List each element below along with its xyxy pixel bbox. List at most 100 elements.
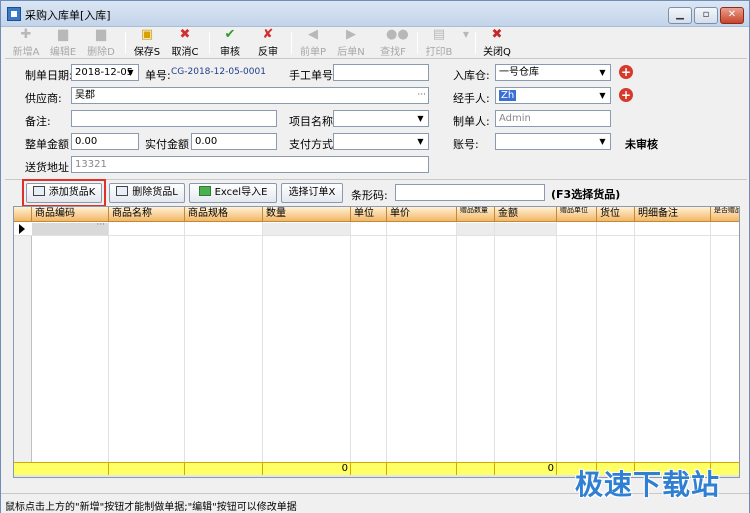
col-location[interactable]: 货位 <box>597 207 635 222</box>
current-row-arrow-icon <box>19 224 25 234</box>
col-unit[interactable]: 单位 <box>351 207 387 222</box>
quantity-cell[interactable] <box>263 223 351 235</box>
date-label: 制单日期: <box>25 69 73 82</box>
new-button[interactable]: ✚ 新增A <box>11 27 41 58</box>
handler-label: 经手人: <box>453 92 490 105</box>
handler-value: Zh <box>499 90 517 101</box>
amount-cell[interactable] <box>495 223 557 235</box>
print-button[interactable]: ▤ 打印B <box>423 28 455 58</box>
select-order-button[interactable]: 选择订单X <box>281 183 343 203</box>
plus-icon: ✚ <box>20 27 32 42</box>
chevron-down-icon: ▼ <box>599 137 606 146</box>
account-select[interactable]: ▼ <box>495 133 611 150</box>
close-window-button[interactable]: ✕ <box>720 7 744 24</box>
order-no-label: 单号: <box>145 69 171 82</box>
col-product-spec[interactable]: 商品规格 <box>185 207 263 222</box>
col-is-gift[interactable]: 是否赠品 <box>711 207 739 222</box>
add-goods-icon <box>32 186 45 196</box>
paid-amount-input[interactable]: 0.00 <box>191 133 277 150</box>
goods-grid[interactable]: 商品编码 商品名称 商品规格 数量 单位 单价 赠品数量 金额 赠品单位 货位 … <box>13 206 740 478</box>
row-indicator-column <box>14 207 32 463</box>
maximize-button[interactable]: ▫ <box>694 7 718 24</box>
chevron-down-icon: ▼ <box>417 114 424 123</box>
excel-import-button[interactable]: Excel导入E <box>189 183 277 203</box>
grid-line <box>350 222 351 462</box>
warehouse-value: 一号仓库 <box>499 67 539 78</box>
minimize-button[interactable]: ▁ <box>668 7 692 24</box>
col-detail-remark[interactable]: 明细备注 <box>635 207 711 222</box>
edit-icon: ▆ <box>58 27 68 42</box>
table-row[interactable] <box>14 222 739 236</box>
toolbar-separator <box>475 32 476 54</box>
remark-input[interactable] <box>71 110 277 127</box>
chevron-down-icon: ▼ <box>127 68 134 77</box>
add-goods-button[interactable]: 添加货品K <box>26 183 102 203</box>
unaudit-button[interactable]: ✘ 反审 <box>253 28 283 58</box>
address-input[interactable]: 13321 <box>71 156 429 173</box>
toolbar: ✚ 新增A ▆ 编辑E ▆ 删除D ▣ 保存S ✖ 取消C ✔ 审核 ✘ 反审 <box>5 27 747 58</box>
grid-line <box>634 222 635 462</box>
next-button[interactable]: ▶ 后单N <box>335 27 367 58</box>
chevron-down-icon: ▼ <box>599 68 606 77</box>
ellipsis-icon[interactable]: ··· <box>96 220 105 230</box>
account-label: 账号: <box>453 138 479 151</box>
supplier-input[interactable]: 吴郡 ··· <box>71 87 429 104</box>
cancel-button[interactable]: ✖ 取消C <box>169 27 201 58</box>
grid-line <box>494 222 495 462</box>
excel-icon <box>198 186 211 196</box>
print-dropdown[interactable]: ▼ <box>459 29 469 57</box>
grid-line <box>596 222 597 462</box>
date-picker[interactable]: 2018-12-05 ▼ <box>71 64 139 81</box>
manual-no-input[interactable] <box>333 64 429 81</box>
arrow-right-icon: ▶ <box>346 27 356 42</box>
watermark-logo: 极速下载站 <box>575 468 721 501</box>
supplier-label: 供应商: <box>25 92 62 105</box>
col-product-name[interactable]: 商品名称 <box>109 207 185 222</box>
chevron-down-icon: ▼ <box>417 137 424 146</box>
delete-button[interactable]: ▆ 删除D <box>85 27 117 58</box>
edit-button[interactable]: ▆ 编辑E <box>47 27 79 58</box>
close-button[interactable]: ✖ 关闭Q <box>481 28 513 58</box>
col-quantity[interactable]: 数量 <box>263 207 351 222</box>
warehouse-label: 入库仓: <box>453 69 490 82</box>
handler-select[interactable]: Zh ▼ <box>495 87 611 104</box>
ellipsis-icon[interactable]: ··· <box>417 89 426 102</box>
barcode-hint: (F3选择货品) <box>551 188 621 201</box>
warehouse-select[interactable]: 一号仓库 ▼ <box>495 64 611 81</box>
gift-quantity-cell[interactable] <box>457 223 495 235</box>
project-select[interactable]: ▼ <box>333 110 429 127</box>
prev-button[interactable]: ◀ 前单P <box>297 28 329 58</box>
find-button[interactable]: ●● 查找F <box>377 28 409 58</box>
add-warehouse-plus-icon[interactable]: + <box>619 65 633 79</box>
trash-icon: ▆ <box>96 27 106 42</box>
col-unit-price[interactable]: 单价 <box>387 207 457 222</box>
toolbar-separator <box>291 32 292 54</box>
order-header-form: 制单日期: 2018-12-05 ▼ 单号: CG-2018-12-05-000… <box>5 59 747 179</box>
check-icon: ✔ <box>224 27 236 42</box>
remove-goods-button[interactable]: 删除货品L <box>109 183 185 203</box>
grid-line <box>556 222 557 462</box>
active-cell[interactable]: ··· <box>32 220 108 235</box>
project-label: 项目名称: <box>289 115 337 128</box>
app-icon <box>7 7 21 21</box>
payment-method-label: 支付方式: <box>289 138 337 151</box>
grid-line <box>262 222 263 462</box>
col-gift-quantity[interactable]: 赠品数量 <box>457 207 495 222</box>
col-amount[interactable]: 金额 <box>495 207 557 222</box>
purchase-inbound-window: 采购入库单[入库] ▁ ▫ ✕ ✚ 新增A ▆ 编辑E ▆ 删除D ▣ 保存S … <box>0 0 750 513</box>
barcode-input[interactable] <box>395 184 545 201</box>
window-title: 采购入库单[入库] <box>25 9 111 22</box>
paid-amount-label: 实付金额 <box>145 138 189 151</box>
col-gift-unit[interactable]: 赠品单位 <box>557 207 597 222</box>
total-amount-input[interactable]: 0.00 <box>71 133 139 150</box>
form-divider <box>5 179 747 180</box>
x-icon: ✖ <box>179 27 191 42</box>
barcode-label: 条形码: <box>351 189 388 202</box>
toolbar-separator <box>209 32 210 54</box>
audit-button[interactable]: ✔ 审核 <box>215 27 245 58</box>
grid-line <box>456 222 457 462</box>
payment-method-select[interactable]: ▼ <box>333 133 429 150</box>
creator-label: 制单人: <box>453 115 490 128</box>
save-button[interactable]: ▣ 保存S <box>131 28 163 58</box>
add-handler-plus-icon[interactable]: + <box>619 88 633 102</box>
